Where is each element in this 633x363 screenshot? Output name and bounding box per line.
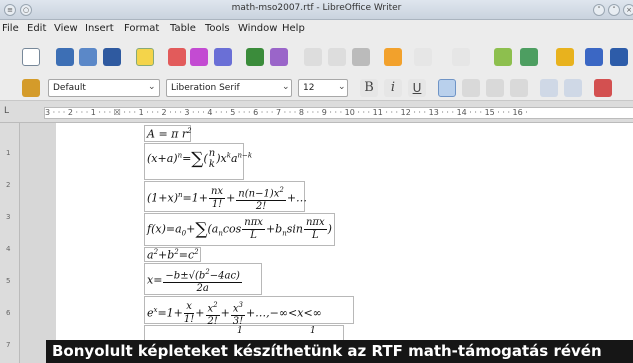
menu-tools[interactable]: Tools — [205, 23, 230, 34]
navigator-icon[interactable] — [494, 48, 512, 66]
image-caption: Bonyolult képleteket készíthetünk az RTF… — [46, 340, 633, 363]
menu-help[interactable]: Help — [282, 23, 305, 34]
formula-text: 1 — [310, 326, 316, 336]
menu-format[interactable]: Format — [124, 23, 159, 34]
formatting-toolbar: Default ⌄ Liberation Serif ⌄ 12 ⌄ B i U — [0, 75, 633, 101]
font-name-select[interactable]: Liberation Serif — [166, 79, 292, 97]
formula-text: 1 — [237, 326, 243, 336]
vruler-label: 5 — [6, 277, 11, 285]
chevron-down-icon[interactable]: ⌄ — [148, 82, 156, 92]
redo-icon[interactable] — [452, 48, 470, 66]
menu-file[interactable]: File — [2, 23, 19, 34]
writer-window: ≡ ○ math-mso2007.rtf - LibreOffice Write… — [0, 0, 633, 363]
vruler-label: 1 — [6, 149, 11, 157]
print-preview-icon[interactable] — [214, 48, 232, 66]
styles-icon[interactable] — [22, 79, 40, 97]
document-area: A = π r2 (x+a)n=∑(n k)xkan−k (1+x)n=1+ nx 1… — [20, 123, 633, 363]
title-bar: ≡ ○ math-mso2007.rtf - LibreOffice Write… — [0, 0, 633, 20]
align-left-icon[interactable] — [438, 79, 456, 97]
paragraph-style-select[interactable]: Default — [48, 79, 160, 97]
formula-pythagorean[interactable]: a2+b2=c2 — [144, 247, 201, 262]
chevron-down-icon[interactable]: ⌄ — [338, 82, 346, 92]
menu-insert[interactable]: Insert — [85, 23, 114, 34]
bullets-icon[interactable] — [564, 79, 582, 97]
justify-icon[interactable] — [510, 79, 528, 97]
copy-icon[interactable] — [328, 48, 346, 66]
autospell-icon[interactable] — [270, 48, 288, 66]
menu-view[interactable]: View — [54, 23, 78, 34]
numbering-icon[interactable] — [540, 79, 558, 97]
draw-functions-icon[interactable] — [556, 48, 574, 66]
ruler-labels: 3 · · · 2 · · · 1 · · · ☒ · · · 1 · · · … — [45, 108, 528, 117]
window-title: math-mso2007.rtf - LibreOffice Writer — [231, 3, 402, 13]
edit-mode-icon[interactable] — [136, 48, 154, 66]
standard-toolbar — [0, 39, 633, 75]
horizontal-ruler[interactable]: L 3 · · · 2 · · · 1 · · · ☒ · · · 1 · · … — [0, 101, 633, 123]
formula-quadratic[interactable]: x= −b±√(b2−4ac) 2a — [144, 263, 262, 295]
print-icon[interactable] — [190, 48, 208, 66]
vertical-ruler[interactable]: 1 2 3 4 5 6 7 — [0, 123, 20, 363]
formula-text: ex=1+ x 1! + x2 2! + x3 3! +…,−∞<x<∞ — [147, 301, 322, 328]
close-icon[interactable]: × — [623, 4, 633, 16]
document-page[interactable]: A = π r2 (x+a)n=∑(n k)xkan−k (1+x)n=1+ nx 1… — [56, 123, 633, 363]
align-right-icon[interactable] — [486, 79, 504, 97]
vruler-label: 7 — [6, 341, 11, 349]
spellcheck-icon[interactable] — [246, 48, 264, 66]
menu-edit[interactable]: Edit — [27, 23, 46, 34]
gallery-icon[interactable] — [610, 48, 628, 66]
new-document-icon[interactable] — [22, 48, 40, 66]
formula-binomial-series[interactable]: (1+x)n=1+ nx 1! + n(n−1)x2 2! +… — [144, 181, 308, 213]
vruler-label: 6 — [6, 309, 11, 317]
formula-fourier-series[interactable]: f(x)=a0+∑(ancos nπx L +bnsin nπx L) — [144, 213, 335, 246]
vruler-label: 3 — [6, 213, 11, 221]
export-pdf-icon[interactable] — [168, 48, 186, 66]
formula-binomial[interactable]: (x+a)n=∑(n k)xkan−k — [144, 143, 252, 180]
formula-text: A = π r2 — [147, 127, 192, 141]
chevron-down-icon[interactable]: ⌄ — [282, 82, 290, 92]
navigator-star-icon[interactable] — [585, 48, 603, 66]
minimize-icon[interactable]: ˅ — [593, 4, 605, 16]
clone-format-icon[interactable] — [384, 48, 402, 66]
italic-icon[interactable]: i — [384, 79, 402, 97]
formula-text: (1+x)n=1+ nx 1! + n(n−1)x2 2! +… — [147, 186, 308, 213]
formula-area[interactable]: A = π r2 — [144, 125, 192, 142]
formula-text: f(x)=a0+∑(ancos nπx L +bnsin nπx L) — [147, 217, 332, 241]
menu-window[interactable]: Window — [238, 23, 277, 34]
maximize-icon[interactable]: ˄ — [608, 4, 620, 16]
cut-icon[interactable] — [304, 48, 322, 66]
ruler-track: 3 · · · 2 · · · 1 · · · ☒ · · · 1 · · · … — [44, 107, 633, 119]
formula-text: a2+b2=c2 — [147, 248, 199, 262]
tab-stop-icon[interactable]: L — [4, 106, 9, 116]
paste-icon[interactable] — [352, 48, 370, 66]
menu-table[interactable]: Table — [170, 23, 196, 34]
align-center-icon[interactable] — [462, 79, 480, 97]
formula-exponential[interactable]: ex=1+ x 1! + x2 2! + x3 3! +…,−∞<x<∞ — [144, 296, 354, 327]
open-icon[interactable] — [56, 48, 74, 66]
bold-icon[interactable]: B — [360, 79, 378, 97]
save-icon[interactable] — [79, 48, 97, 66]
underline-icon[interactable]: U — [408, 79, 426, 97]
undo-icon[interactable] — [414, 48, 432, 66]
indent-icon[interactable] — [594, 79, 612, 97]
table-icon[interactable] — [520, 48, 538, 66]
email-icon[interactable] — [103, 48, 121, 66]
formula-text: (x+a)n=∑(n k)xkan−k — [147, 148, 253, 170]
vruler-label: 2 — [6, 181, 11, 189]
menu-bar: File Edit View Insert Format Table Tools… — [0, 20, 633, 39]
vruler-label: 4 — [6, 245, 11, 253]
formula-text: x= −b±√(b2−4ac) 2a — [147, 268, 242, 295]
